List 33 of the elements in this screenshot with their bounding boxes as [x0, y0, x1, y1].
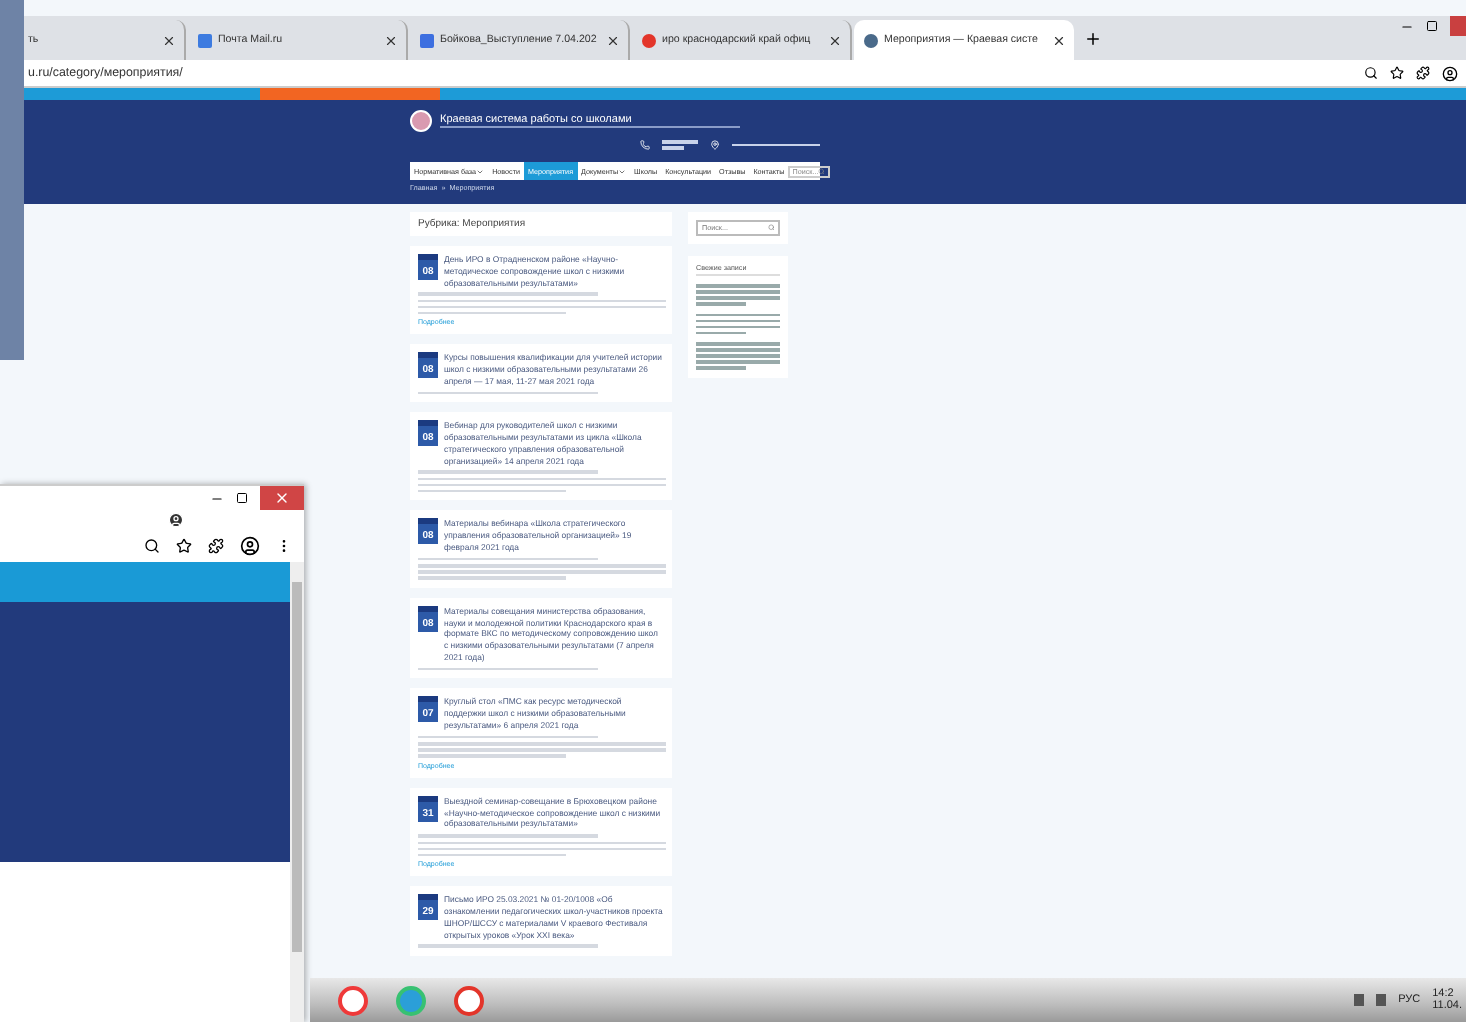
scrollbar[interactable] — [290, 562, 304, 1022]
zoom-icon[interactable] — [1364, 66, 1378, 80]
profile-icon[interactable] — [240, 536, 260, 556]
text-lines-drawing — [696, 284, 780, 305]
close-icon[interactable] — [828, 33, 842, 47]
app-icon[interactable] — [454, 985, 484, 1015]
puzzle-icon[interactable] — [208, 538, 224, 554]
close-icon[interactable] — [606, 33, 620, 47]
phone-icon — [640, 140, 650, 150]
app-icon[interactable] — [338, 985, 368, 1015]
text-lines-drawing — [696, 342, 780, 369]
tab-search-icon[interactable] — [168, 512, 184, 528]
new-tab-icon[interactable] — [1084, 29, 1102, 47]
tab-favicon-icon — [420, 33, 434, 47]
close-icon[interactable] — [1052, 33, 1066, 47]
tab-favicon-icon — [642, 33, 656, 47]
close-icon[interactable] — [162, 33, 176, 47]
map-pin-icon — [710, 140, 720, 150]
star-icon[interactable] — [176, 538, 192, 554]
puzzle-icon[interactable] — [1416, 66, 1430, 80]
star-icon[interactable] — [1390, 66, 1404, 80]
maximize-icon[interactable] — [236, 492, 248, 504]
profile-icon[interactable] — [1442, 65, 1458, 81]
tab-favicon-icon — [198, 33, 212, 47]
text-lines-drawing — [732, 143, 820, 147]
logo-icon — [410, 110, 432, 132]
text-lines-drawing — [662, 140, 698, 150]
text-lines-drawing — [696, 313, 780, 334]
maximize-icon[interactable] — [1426, 20, 1438, 32]
close-icon[interactable] — [384, 33, 398, 47]
search-icon[interactable] — [818, 167, 826, 175]
zoom-icon[interactable] — [144, 538, 160, 554]
tab-favicon-icon — [864, 33, 878, 47]
